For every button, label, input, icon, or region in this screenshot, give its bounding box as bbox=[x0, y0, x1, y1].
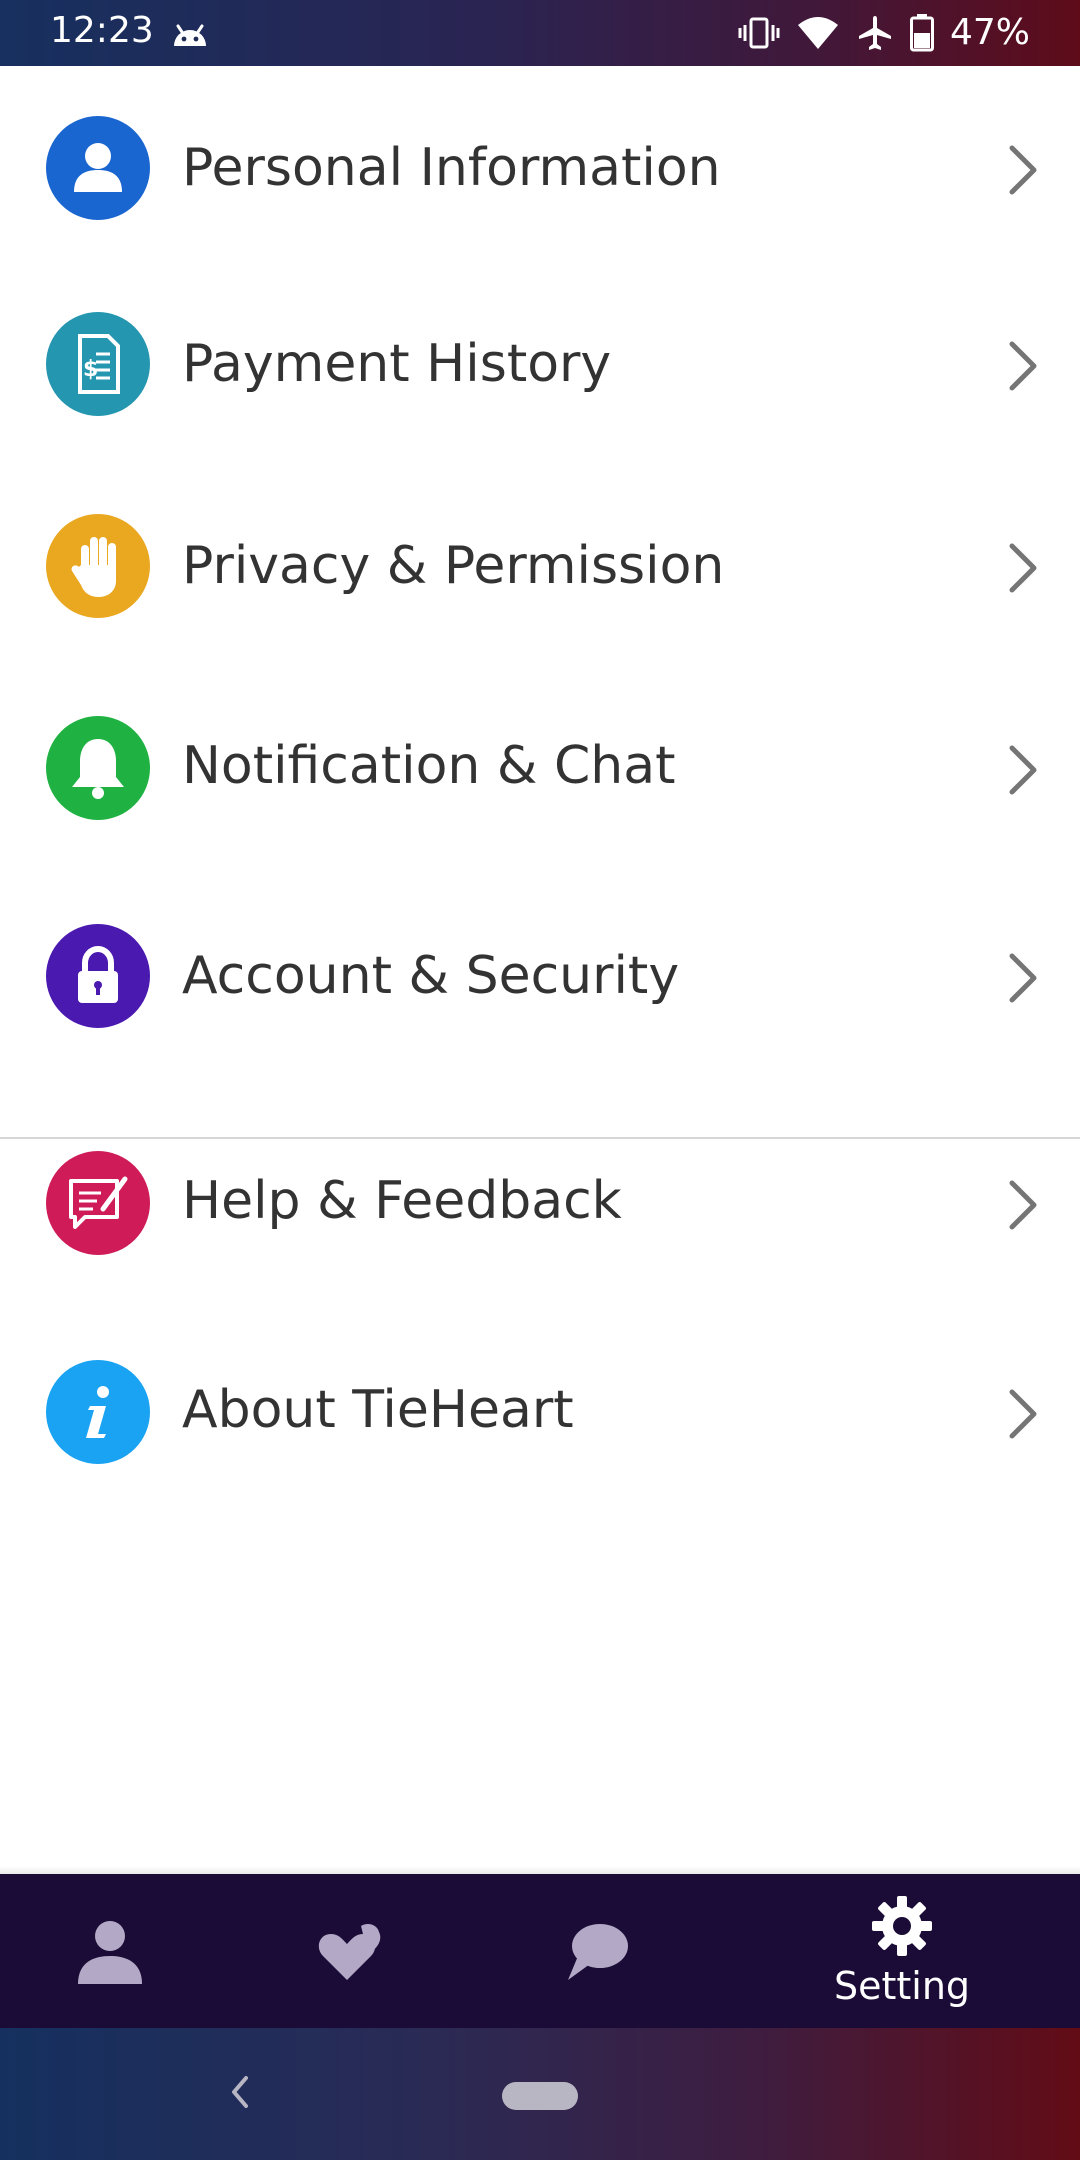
wifi-icon bbox=[797, 16, 838, 49]
lock-icon bbox=[46, 924, 150, 1028]
vibrate-icon bbox=[738, 17, 780, 48]
status-time: 12:23 bbox=[50, 10, 154, 51]
chevron-right-icon bbox=[1009, 1389, 1037, 1439]
back-icon[interactable] bbox=[228, 2072, 252, 2112]
bottom-nav: Setting bbox=[0, 1874, 1080, 2028]
settings-item-label: Account & Security bbox=[182, 946, 680, 1006]
hand-icon bbox=[46, 514, 150, 618]
settings-item-account-security[interactable]: Account & Security bbox=[0, 896, 1080, 1056]
chevron-right-icon bbox=[1009, 543, 1037, 593]
feedback-icon bbox=[46, 1151, 150, 1255]
airplane-icon bbox=[858, 15, 891, 50]
home-pill[interactable] bbox=[502, 2082, 578, 2110]
battery-icon bbox=[909, 13, 934, 51]
bottom-nav-shadow bbox=[0, 1866, 1080, 1874]
settings-item-personal-information[interactable]: Personal Information bbox=[0, 88, 1080, 248]
status-bar: 12:23 47% bbox=[0, 0, 1080, 66]
nav-tab-chat[interactable] bbox=[486, 1874, 706, 2028]
nav-tab-setting[interactable]: Setting bbox=[792, 1874, 1012, 2028]
gear-icon bbox=[872, 1896, 932, 1956]
settings-item-help-feedback[interactable]: Help & Feedback bbox=[0, 1123, 1080, 1283]
battery-percent: 47% bbox=[949, 12, 1030, 53]
android-icon bbox=[174, 24, 206, 46]
settings-item-about-tieheart[interactable]: About TieHeart bbox=[0, 1332, 1080, 1492]
chevron-right-icon bbox=[1009, 145, 1037, 195]
chevron-right-icon bbox=[1009, 745, 1037, 795]
hearts-icon bbox=[318, 1924, 381, 1980]
settings-item-label: Personal Information bbox=[182, 138, 721, 198]
settings-item-label: Help & Feedback bbox=[182, 1171, 622, 1231]
status-icons: 47% bbox=[738, 12, 1030, 53]
settings-item-notification-chat[interactable]: Notification & Chat bbox=[0, 688, 1080, 848]
receipt-icon: $ bbox=[46, 312, 150, 416]
chat-icon bbox=[568, 1924, 628, 1980]
settings-item-privacy-permission[interactable]: Privacy & Permission bbox=[0, 486, 1080, 646]
chevron-right-icon bbox=[1009, 953, 1037, 1003]
chevron-right-icon bbox=[1009, 341, 1037, 391]
nav-tab-label: Setting bbox=[833, 1964, 971, 2008]
nav-tab-matches[interactable] bbox=[242, 1874, 462, 2028]
settings-item-label: About TieHeart bbox=[182, 1380, 574, 1440]
system-nav-bar bbox=[0, 2028, 1080, 2160]
chevron-right-icon bbox=[1009, 1180, 1037, 1230]
settings-item-label: Payment History bbox=[182, 334, 612, 394]
person-icon bbox=[78, 1921, 142, 1984]
nav-tab-profile[interactable] bbox=[0, 1874, 220, 2028]
svg-text:$: $ bbox=[83, 357, 98, 382]
person-icon bbox=[46, 116, 150, 220]
bell-icon bbox=[46, 716, 150, 820]
settings-item-payment-history[interactable]: $ Payment History bbox=[0, 284, 1080, 444]
settings-item-label: Privacy & Permission bbox=[182, 536, 725, 596]
info-icon bbox=[46, 1360, 150, 1464]
settings-item-label: Notification & Chat bbox=[182, 736, 676, 796]
section-divider bbox=[0, 1137, 1080, 1139]
